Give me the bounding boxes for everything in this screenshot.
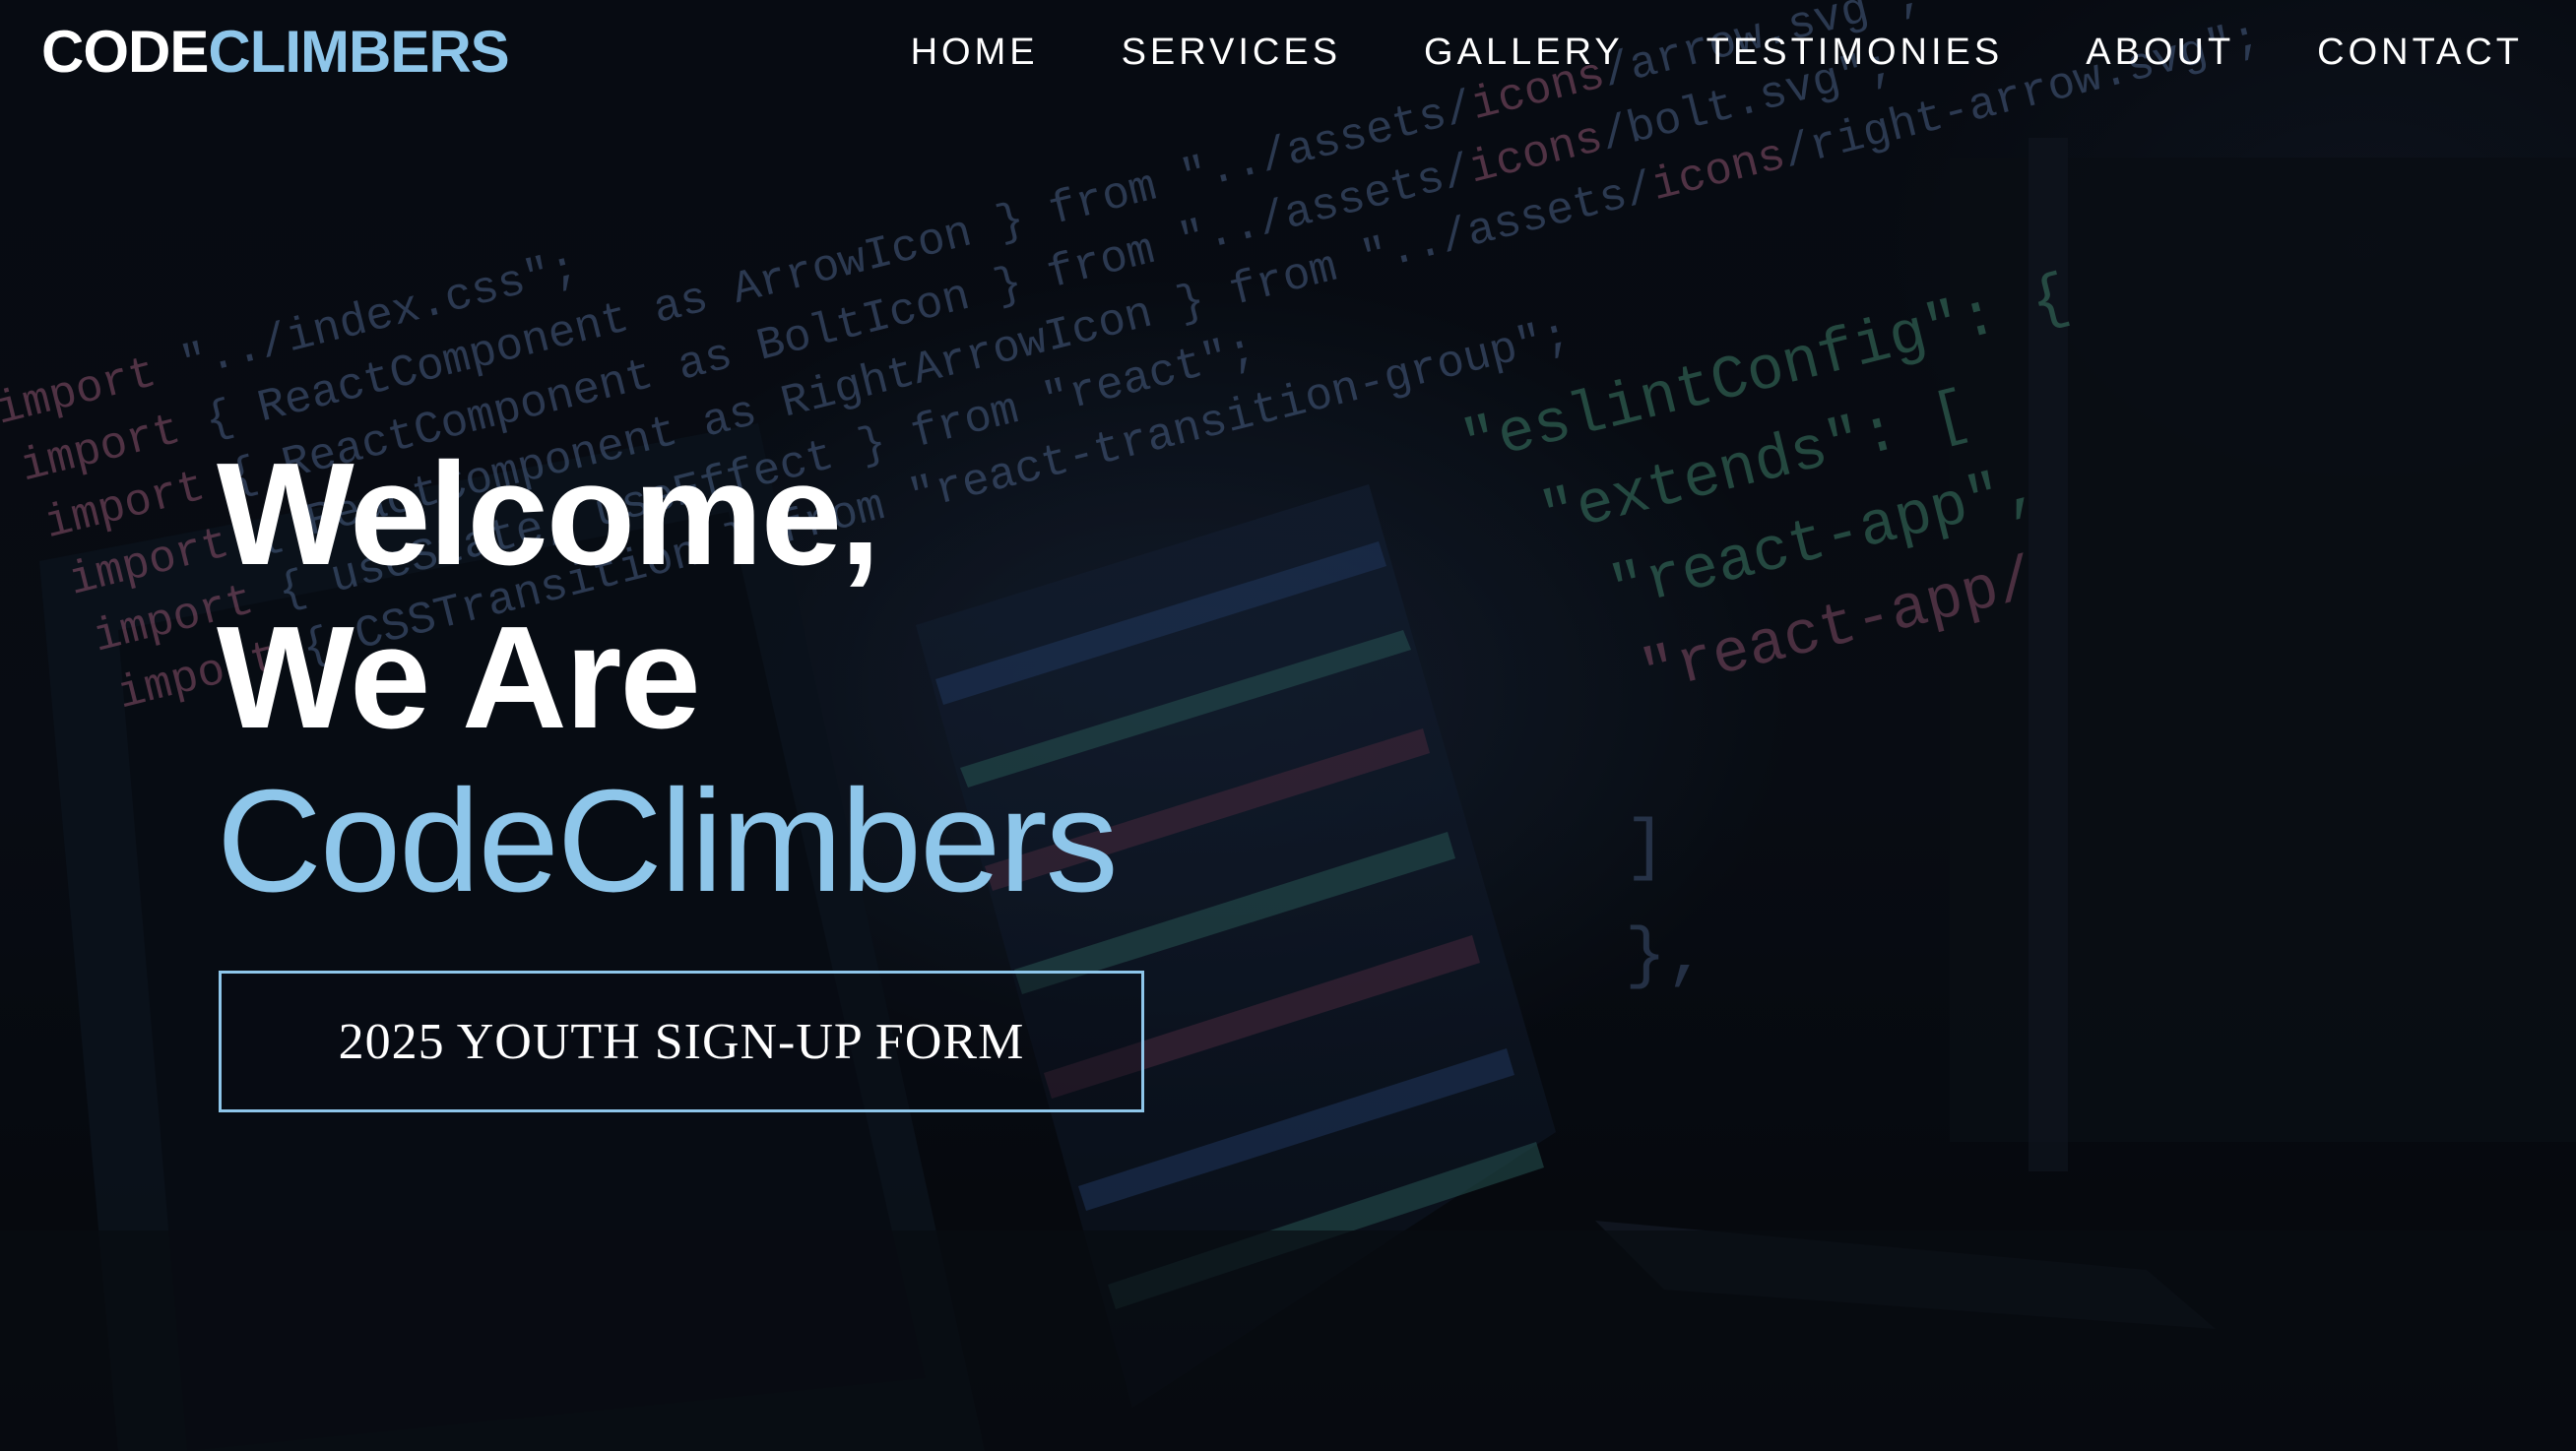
hero-line-brand: CodeClimbers (217, 760, 1119, 922)
nav-link-services[interactable]: SERVICES (1122, 28, 1341, 77)
landing-page: import "../index.css"; import { ReactCom… (0, 0, 2576, 1451)
nav-link-gallery[interactable]: GALLERY (1424, 28, 1624, 77)
hero-heading: Welcome, We Are CodeClimbers (217, 433, 1119, 923)
nav-link-contact[interactable]: CONTACT (2317, 28, 2523, 77)
nav-links: HOME SERVICES GALLERY TESTIMONIES ABOUT … (828, 28, 2523, 77)
top-navbar: CODECLIMBERS HOME SERVICES GALLERY TESTI… (0, 0, 2576, 108)
nav-link-about[interactable]: ABOUT (2086, 28, 2234, 77)
youth-signup-button-label: 2025 YOUTH SIGN-UP FORM (338, 1013, 1025, 1070)
hero-line-we-are: We Are (217, 597, 701, 759)
site-logo[interactable]: CODECLIMBERS (41, 18, 510, 87)
logo-climbers-text: CLIMBERS (208, 19, 509, 85)
nav-link-home[interactable]: HOME (911, 28, 1039, 77)
nav-link-testimonies[interactable]: TESTIMONIES (1707, 28, 2004, 77)
youth-signup-button[interactable]: 2025 YOUTH SIGN-UP FORM (219, 971, 1144, 1112)
logo-code-text: CODE (41, 19, 209, 85)
hero-line-welcome: Welcome, (217, 433, 880, 596)
